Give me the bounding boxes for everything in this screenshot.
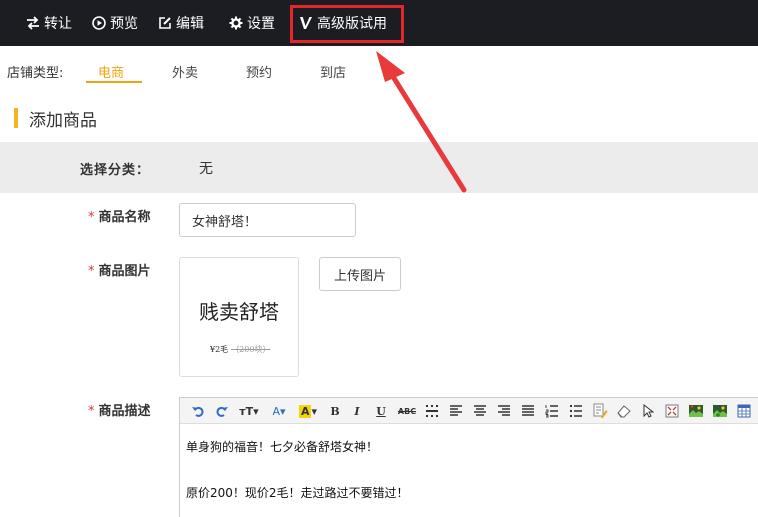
annotation-arrow [376, 51, 467, 193]
